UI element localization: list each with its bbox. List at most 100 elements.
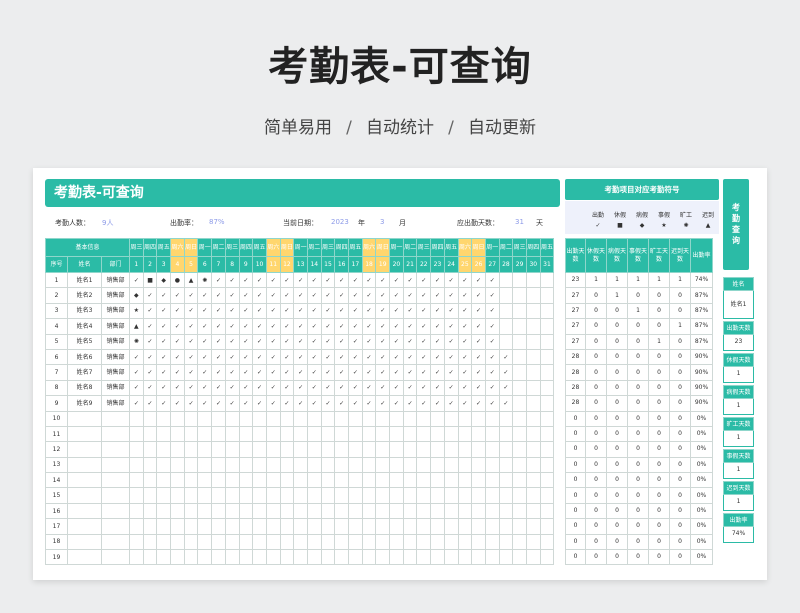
attendance-cell[interactable] <box>279 410 295 427</box>
attendance-cell[interactable]: ✓ <box>348 318 363 335</box>
attendance-cell[interactable]: ✓ <box>265 318 281 335</box>
attendance-cell[interactable] <box>265 533 281 551</box>
attendance-cell[interactable]: ✓ <box>416 318 432 335</box>
attendance-cell[interactable]: ✓ <box>443 379 459 397</box>
attendance-cell[interactable]: ✓ <box>471 318 486 335</box>
headcount-value[interactable]: 9人 <box>102 218 113 228</box>
attendance-cell[interactable]: ✓ <box>334 302 349 320</box>
attendance-cell[interactable] <box>252 487 267 504</box>
attendance-cell[interactable]: ✺ <box>197 271 213 289</box>
attendance-cell[interactable]: ✓ <box>484 348 500 366</box>
attendance-cell[interactable] <box>306 425 322 443</box>
attendance-cell[interactable] <box>512 502 527 520</box>
attendance-cell[interactable] <box>224 549 240 566</box>
attendance-cell[interactable] <box>293 487 308 504</box>
attendance-cell[interactable]: ✓ <box>142 287 158 304</box>
attendance-cell[interactable]: ✓ <box>238 395 254 412</box>
attendance-cell[interactable]: ✓ <box>389 318 404 335</box>
attendance-cell[interactable] <box>348 410 363 427</box>
attendance-cell[interactable] <box>129 456 144 474</box>
attendance-cell[interactable]: ✓ <box>320 287 336 304</box>
attendance-cell[interactable] <box>334 502 349 520</box>
attendance-cell[interactable] <box>334 487 349 504</box>
name-cell[interactable]: 姓名1 <box>67 271 102 289</box>
attendance-cell[interactable]: ✓ <box>142 318 158 335</box>
attendance-cell[interactable] <box>539 456 555 474</box>
attendance-cell[interactable] <box>224 533 240 551</box>
attendance-cell[interactable]: ✓ <box>156 364 172 381</box>
attendance-cell[interactable] <box>402 456 418 474</box>
dept-cell[interactable]: 销售部 <box>101 379 130 397</box>
attendance-cell[interactable] <box>183 472 199 489</box>
name-cell[interactable] <box>67 502 102 520</box>
attendance-cell[interactable]: ✓ <box>334 318 349 335</box>
attendance-cell[interactable] <box>539 518 555 535</box>
attendance-cell[interactable]: ✓ <box>293 364 308 381</box>
attendance-cell[interactable]: ▲ <box>183 271 199 289</box>
attendance-cell[interactable]: ✓ <box>457 333 473 350</box>
dept-cell[interactable] <box>101 502 130 520</box>
attendance-cell[interactable] <box>252 472 267 489</box>
name-cell[interactable]: 姓名6 <box>67 348 102 366</box>
attendance-cell[interactable]: ✓ <box>170 348 185 366</box>
attendance-cell[interactable]: ✺ <box>129 333 144 350</box>
attendance-cell[interactable] <box>156 502 172 520</box>
attendance-cell[interactable] <box>265 518 281 535</box>
attendance-cell[interactable]: ✓ <box>484 379 500 397</box>
attendance-cell[interactable] <box>306 410 322 427</box>
attendance-cell[interactable] <box>389 456 404 474</box>
attendance-cell[interactable] <box>471 441 486 458</box>
attendance-cell[interactable] <box>224 456 240 474</box>
attendance-cell[interactable] <box>471 533 486 551</box>
attendance-cell[interactable] <box>512 364 527 381</box>
name-cell[interactable]: 姓名2 <box>67 287 102 304</box>
attendance-cell[interactable] <box>498 287 514 304</box>
attendance-cell[interactable]: ✓ <box>156 302 172 320</box>
dept-cell[interactable]: 销售部 <box>101 395 130 412</box>
attendance-cell[interactable]: ✓ <box>484 271 500 289</box>
attendance-cell[interactable]: ✓ <box>238 302 254 320</box>
attendance-cell[interactable] <box>525 441 541 458</box>
attendance-cell[interactable]: ✓ <box>211 395 226 412</box>
attendance-cell[interactable] <box>293 533 308 551</box>
attendance-cell[interactable]: ✓ <box>348 287 363 304</box>
attendance-cell[interactable] <box>525 487 541 504</box>
attendance-cell[interactable] <box>170 425 185 443</box>
attendance-cell[interactable]: ✓ <box>375 333 391 350</box>
attendance-cell[interactable] <box>512 348 527 366</box>
attendance-cell[interactable]: ✓ <box>430 395 445 412</box>
attendance-cell[interactable] <box>484 533 500 551</box>
attendance-cell[interactable] <box>389 425 404 443</box>
attendance-cell[interactable]: ✓ <box>170 333 185 350</box>
attendance-cell[interactable]: ✓ <box>265 302 281 320</box>
attendance-cell[interactable] <box>293 472 308 489</box>
attendance-cell[interactable]: ✓ <box>252 287 267 304</box>
attendance-cell[interactable] <box>238 533 254 551</box>
attendance-cell[interactable]: ✓ <box>402 318 418 335</box>
attendance-cell[interactable] <box>170 456 185 474</box>
attendance-cell[interactable]: ✓ <box>348 271 363 289</box>
attendance-cell[interactable]: ✓ <box>224 395 240 412</box>
attendance-cell[interactable] <box>375 518 391 535</box>
attendance-cell[interactable] <box>484 425 500 443</box>
attendance-cell[interactable] <box>443 518 459 535</box>
attendance-cell[interactable]: ✓ <box>279 287 295 304</box>
dept-cell[interactable]: 销售部 <box>101 333 130 350</box>
attendance-cell[interactable]: ✓ <box>402 302 418 320</box>
attendance-cell[interactable] <box>334 472 349 489</box>
name-cell[interactable]: 姓名3 <box>67 302 102 320</box>
attendance-cell[interactable]: ✓ <box>293 318 308 335</box>
attendance-cell[interactable] <box>525 472 541 489</box>
attendance-cell[interactable] <box>498 318 514 335</box>
attendance-cell[interactable]: ✓ <box>238 333 254 350</box>
attendance-cell[interactable] <box>375 410 391 427</box>
attendance-cell[interactable]: ✓ <box>361 348 377 366</box>
attendance-cell[interactable] <box>430 441 445 458</box>
attendance-cell[interactable]: ✓ <box>183 287 199 304</box>
attendance-cell[interactable] <box>320 487 336 504</box>
attendance-cell[interactable]: ✓ <box>471 395 486 412</box>
attendance-cell[interactable] <box>129 518 144 535</box>
attendance-cell[interactable]: ✓ <box>361 271 377 289</box>
attendance-cell[interactable] <box>525 518 541 535</box>
attendance-cell[interactable]: ✓ <box>484 395 500 412</box>
